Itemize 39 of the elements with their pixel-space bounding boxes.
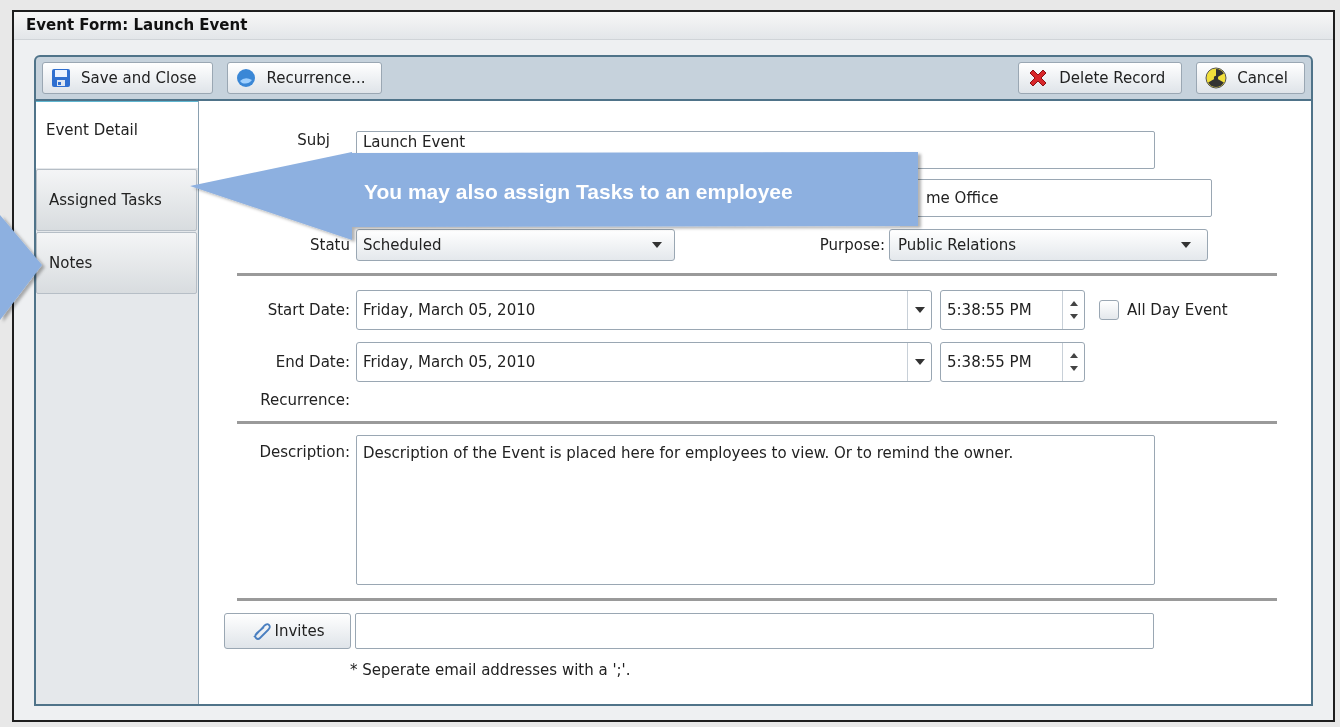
invites-field[interactable]: [355, 613, 1154, 649]
hint-text: * Seperate email addresses with a ';'.: [350, 660, 632, 681]
status-dropdown[interactable]: Scheduled: [356, 229, 675, 261]
spinner-arrows-icon[interactable]: [1069, 352, 1078, 372]
spinner-arrows-icon[interactable]: [1069, 300, 1078, 320]
caret-icon: [914, 307, 925, 313]
time-picker[interactable]: 5:38:55 PM: [940, 290, 1085, 330]
toolbar-button[interactable]: Recurrence...: [227, 62, 383, 94]
checkbox-label: All Day Event: [1127, 299, 1228, 321]
side-tab[interactable]: Assigned Tasks: [36, 169, 197, 231]
dropdown-value: Public Relations: [898, 234, 1017, 256]
side-tab[interactable]: Event Detail: [36, 101, 198, 168]
invites-button[interactable]: Invites: [224, 613, 351, 649]
paperclip-icon: [250, 622, 271, 640]
caret-icon: [652, 242, 662, 248]
caret-icon: [1181, 242, 1191, 248]
radiation-icon: [1205, 67, 1228, 89]
toolbar-button[interactable]: Save and Close: [42, 62, 214, 94]
field-label: Purpose:: [818, 234, 886, 256]
description-textarea[interactable]: Description of the Event is placed here for employees to view. Or to remind the owner.: [356, 435, 1155, 585]
purpose-dropdown[interactable]: Public Relations: [889, 229, 1208, 261]
date-picker[interactable]: Friday, March 05, 2010: [356, 342, 932, 382]
toolbar-button[interactable]: Cancel: [1196, 62, 1305, 94]
globe-icon: [236, 68, 257, 88]
callout-text: You may also assign Tasks to an employee: [364, 179, 793, 205]
time-picker[interactable]: 5:38:55 PM: [940, 342, 1085, 382]
toolbar-button[interactable]: Delete Record: [1018, 62, 1183, 94]
caret-icon: [914, 359, 925, 365]
dropdown-value: Scheduled: [363, 234, 442, 256]
field-label: End Date:: [274, 351, 351, 373]
all-day-checkbox[interactable]: [1099, 300, 1119, 320]
field-label: Subj: [296, 131, 331, 149]
field-label: Statu: [309, 234, 351, 256]
date-picker[interactable]: Friday, March 05, 2010: [356, 290, 932, 330]
side-tab[interactable]: Notes: [36, 232, 197, 294]
field-label: Description:: [258, 442, 351, 463]
field-label: Recurrence:: [259, 389, 351, 411]
window-title: Event Form: Launch Event: [26, 15, 248, 37]
field-label: Start Date:: [266, 299, 351, 321]
